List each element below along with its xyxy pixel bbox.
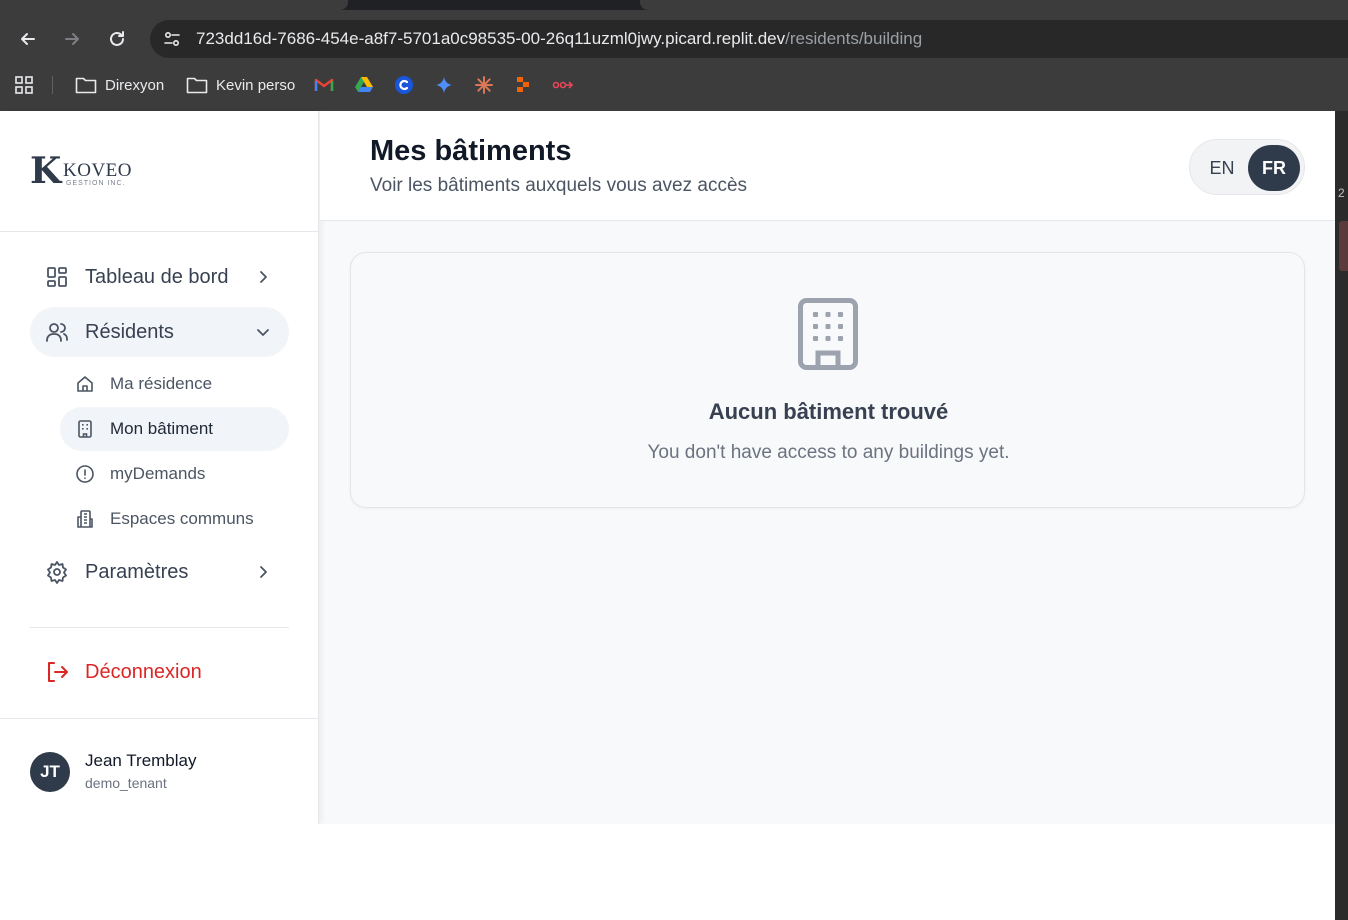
- gmail-icon[interactable]: [314, 74, 342, 96]
- tab-strip: [0, 0, 1348, 10]
- edge-marker: [1339, 221, 1348, 271]
- browser-chrome: 723dd16d-7686-454e-a8f7-5701a0c98535-00-…: [0, 0, 1348, 111]
- apps-grid-icon[interactable]: [14, 74, 42, 96]
- sidebar-subitem-label: myDemands: [110, 464, 206, 483]
- empty-state-description: You don't have access to any buildings y…: [647, 442, 1010, 463]
- empty-state-title: Aucun bâtiment trouvé: [708, 399, 949, 424]
- building-icon: [75, 419, 95, 439]
- page-header: Mes bâtiments Voir les bâtiments auxquel…: [320, 111, 1335, 221]
- user-role: demo_tenant: [85, 775, 167, 791]
- page-bottom-area: [0, 824, 1335, 920]
- folder-icon: [75, 77, 97, 94]
- address-bar[interactable]: 723dd16d-7686-454e-a8f7-5701a0c98535-00-…: [150, 20, 1348, 58]
- user-profile[interactable]: JT Jean Tremblay demo_tenant: [30, 751, 289, 795]
- users-icon: [45, 320, 69, 344]
- sidebar-item-settings[interactable]: Paramètres: [30, 547, 289, 597]
- url-host: 723dd16d-7686-454e-a8f7-5701a0c98535-00-…: [196, 29, 786, 48]
- sidebar-item-residents[interactable]: Résidents: [30, 307, 289, 357]
- lang-fr-button[interactable]: FR: [1248, 145, 1300, 191]
- chevron-right-icon: [253, 562, 273, 582]
- logout-icon: [45, 660, 69, 684]
- dashboard-grid-icon: [45, 265, 69, 289]
- home-icon: [75, 374, 95, 394]
- edge-number: 2: [1338, 186, 1345, 200]
- inactive-tab[interactable]: [640, 0, 1348, 10]
- link-chain-icon[interactable]: [552, 74, 582, 96]
- user-name: Jean Tremblay: [85, 751, 197, 770]
- sidebar-item-dashboard[interactable]: Tableau de bord: [30, 252, 289, 302]
- bookmark-label: Direxyon: [105, 76, 165, 94]
- active-tab[interactable]: [0, 0, 348, 10]
- building-icon: [797, 297, 859, 371]
- bookmark-label: Kevin perso: [216, 76, 296, 94]
- url-text[interactable]: 723dd16d-7686-454e-a8f7-5701a0c98535-00-…: [196, 29, 922, 49]
- sidebar: K KOVEO GESTION INC. Tableau de bord Rés…: [0, 111, 319, 824]
- c-app-icon[interactable]: [394, 74, 422, 96]
- logo-letter: K: [30, 150, 62, 192]
- avatar: JT: [30, 752, 70, 792]
- replit-icon[interactable]: [514, 74, 540, 96]
- chevron-down-icon: [253, 322, 273, 342]
- forward-icon[interactable]: [60, 27, 84, 51]
- sidebar-item-label: Résidents: [85, 321, 174, 343]
- sidebar-subitem-common-spaces[interactable]: Espaces communs: [60, 497, 289, 541]
- bookmarks-bar: Direxyon Kevin perso: [0, 68, 1348, 102]
- sidebar-divider: [0, 231, 319, 232]
- sidebar-subitem-label: Espaces communs: [110, 509, 254, 528]
- bookmark-kevin-perso[interactable]: Kevin perso: [186, 74, 295, 96]
- chevron-right-icon: [253, 267, 273, 287]
- sidebar-subitem-my-residence[interactable]: Ma résidence: [60, 362, 289, 406]
- sidebar-subitem-my-demands[interactable]: myDemands: [60, 452, 289, 496]
- sidebar-divider: [0, 718, 319, 719]
- gear-icon: [45, 560, 69, 584]
- sidebar-subitem-label: Ma résidence: [110, 374, 213, 393]
- claude-icon[interactable]: [474, 74, 502, 96]
- sidebar-subitem-my-building[interactable]: Mon bâtiment: [60, 407, 289, 451]
- empty-state-card: Aucun bâtiment trouvé You don't have acc…: [350, 252, 1305, 508]
- language-toggle: EN FR: [1189, 139, 1305, 195]
- google-drive-icon[interactable]: [354, 74, 382, 96]
- logo-name: KOVEO: [63, 160, 132, 181]
- alert-circle-icon: [75, 464, 95, 484]
- gemini-icon[interactable]: [434, 74, 462, 96]
- bookmark-direxyon[interactable]: Direxyon: [75, 74, 164, 96]
- lang-en-button[interactable]: EN: [1196, 145, 1248, 191]
- sidebar-item-label: Tableau de bord: [85, 266, 229, 288]
- page-subtitle: Voir les bâtiments auxquels vous avez ac…: [370, 175, 748, 196]
- site-info-icon[interactable]: [162, 29, 182, 49]
- buildings-icon: [75, 509, 95, 529]
- logo-subtitle: GESTION INC.: [66, 180, 126, 187]
- url-path: /residents/building: [785, 29, 923, 48]
- app-viewport: K KOVEO GESTION INC. Tableau de bord Rés…: [0, 111, 1335, 824]
- sidebar-item-label: Paramètres: [85, 561, 189, 583]
- page-title: Mes bâtiments: [370, 135, 572, 167]
- koveo-logo[interactable]: K KOVEO GESTION INC.: [30, 151, 140, 191]
- logout-button[interactable]: Déconnexion: [30, 647, 289, 697]
- sidebar-subitem-label: Mon bâtiment: [110, 419, 213, 438]
- back-icon[interactable]: [16, 27, 40, 51]
- folder-icon: [186, 77, 208, 94]
- bookmark-separator: [52, 76, 53, 94]
- adjacent-window-edge: 2: [1335, 111, 1348, 920]
- sidebar-divider: [30, 627, 289, 628]
- logout-label: Déconnexion: [85, 661, 202, 683]
- reload-icon[interactable]: [105, 27, 129, 51]
